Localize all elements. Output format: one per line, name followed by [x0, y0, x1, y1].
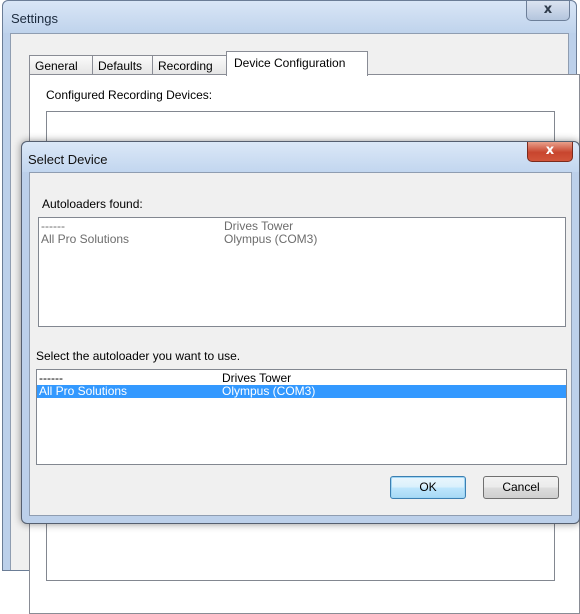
settings-close-button[interactable]: x [526, 1, 570, 21]
autoloaders-found-list: ------ Drives Tower All Pro Solutions Ol… [38, 217, 566, 327]
list-item: All Pro Solutions Olympus (COM3) [39, 233, 565, 246]
tab-device-configuration[interactable]: Device Configuration [226, 51, 368, 76]
tab-defaults[interactable]: Defaults [92, 55, 153, 75]
autoloader-device: Olympus (COM3) [222, 384, 316, 398]
autoloader-name: All Pro Solutions [39, 384, 128, 398]
dialog-client-area: Autoloaders found: ------ Drives Tower A… [29, 172, 572, 516]
tab-recording[interactable]: Recording [152, 55, 227, 75]
settings-title: Settings [11, 11, 58, 26]
list-item-selected[interactable]: All Pro Solutions Olympus (COM3) [37, 385, 566, 398]
cancel-button[interactable]: Cancel [483, 476, 559, 499]
dialog-titlebar[interactable]: Select Device x [22, 142, 579, 172]
select-autoloader-label: Select the autoloader you want to use. [36, 349, 241, 363]
autoloader-choice-list[interactable]: ------ Drives Tower All Pro Solutions Ol… [36, 369, 567, 465]
autoloader-device: Olympus (COM3) [224, 232, 318, 246]
settings-titlebar[interactable]: Settings x [3, 1, 576, 33]
tab-general[interactable]: General [29, 55, 93, 75]
close-icon: x [545, 143, 555, 158]
configured-devices-label: Configured Recording Devices: [46, 88, 213, 102]
autoloaders-found-label: Autoloaders found: [42, 197, 143, 211]
dialog-title: Select Device [28, 152, 108, 167]
ok-button[interactable]: OK [390, 476, 466, 499]
close-icon: x [543, 2, 553, 17]
select-device-dialog: Select Device x Autoloaders found: -----… [21, 141, 580, 524]
autoloader-name: All Pro Solutions [41, 232, 130, 246]
dialog-close-button[interactable]: x [527, 142, 573, 162]
